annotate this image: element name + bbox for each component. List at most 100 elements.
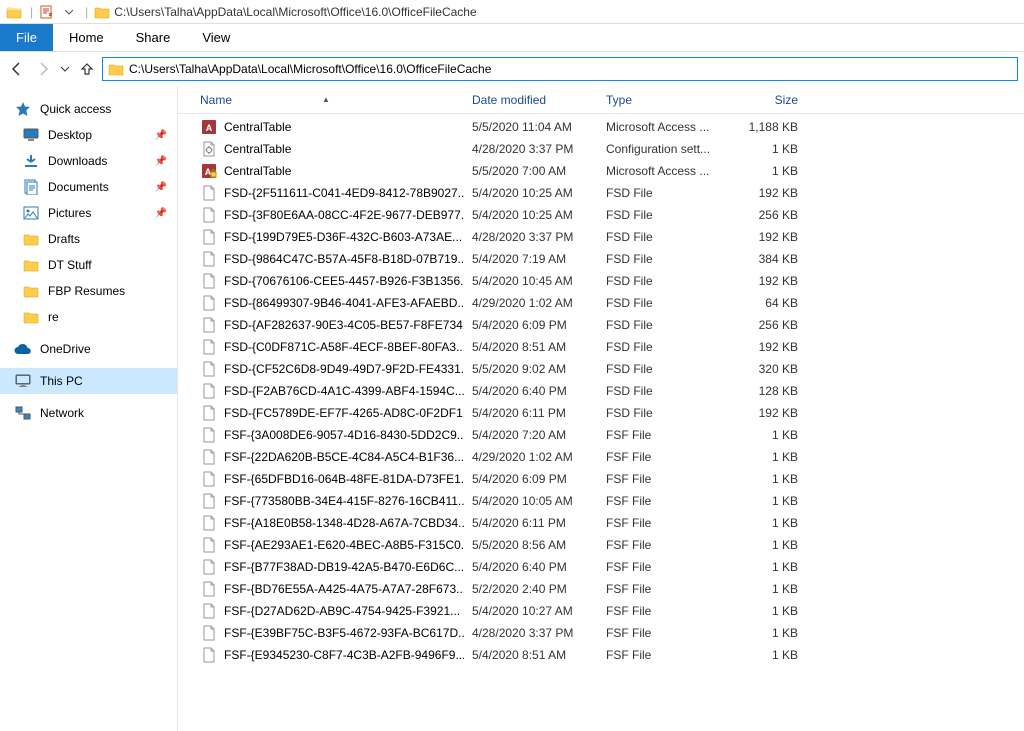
properties-icon[interactable] bbox=[37, 2, 57, 22]
file-row[interactable]: FSD-{199D79E5-D36F-432C-B603-A73AE...4/2… bbox=[178, 226, 1024, 248]
sidebar-item[interactable]: Documents📌 bbox=[0, 174, 177, 200]
file-name-cell: FSF-{65DFBD16-064B-48FE-81DA-D73FE1... bbox=[192, 470, 464, 488]
file-date-cell: 5/4/2020 6:11 PM bbox=[464, 516, 598, 530]
file-type-cell: FSD File bbox=[598, 318, 724, 332]
file-row[interactable]: FSD-{86499307-9B46-4041-AFE3-AFAEBD...4/… bbox=[178, 292, 1024, 314]
file-date-cell: 4/29/2020 1:02 AM bbox=[464, 296, 598, 310]
file-icon bbox=[200, 580, 218, 598]
file-date-cell: 4/28/2020 3:37 PM bbox=[464, 626, 598, 640]
file-row[interactable]: ACentralTable5/5/2020 11:04 AMMicrosoft … bbox=[178, 116, 1024, 138]
file-row[interactable]: FSD-{AF282637-90E3-4C05-BE57-F8FE734...5… bbox=[178, 314, 1024, 336]
recent-locations-dropdown[interactable] bbox=[58, 58, 72, 80]
file-icon bbox=[200, 338, 218, 356]
file-row[interactable]: FSF-{3A008DE6-9057-4D16-8430-5DD2C9...5/… bbox=[178, 424, 1024, 446]
forward-button[interactable] bbox=[32, 58, 54, 80]
file-row[interactable]: FSD-{3F80E6AA-08CC-4F2E-9677-DEB977...5/… bbox=[178, 204, 1024, 226]
file-name: FSF-{A18E0B58-1348-4D28-A67A-7CBD34... bbox=[224, 516, 464, 530]
sidebar-item[interactable]: Desktop📌 bbox=[0, 122, 177, 148]
file-date-cell: 5/4/2020 8:51 AM bbox=[464, 340, 598, 354]
file-size-cell: 192 KB bbox=[724, 186, 806, 200]
column-size[interactable]: Size bbox=[724, 93, 806, 107]
pin-icon: 📌 bbox=[155, 208, 167, 219]
file-name-cell: ACentralTable bbox=[192, 162, 464, 180]
sidebar-onedrive[interactable]: OneDrive bbox=[0, 336, 177, 362]
file-row[interactable]: FSF-{22DA620B-B5CE-4C84-A5C4-B1F36...4/2… bbox=[178, 446, 1024, 468]
window-title-path: C:\Users\Talha\AppData\Local\Microsoft\O… bbox=[114, 5, 476, 19]
file-icon bbox=[200, 470, 218, 488]
file-icon bbox=[200, 624, 218, 642]
file-row[interactable]: FSF-{AE293AE1-E620-4BEC-A8B5-F315C0...5/… bbox=[178, 534, 1024, 556]
column-type[interactable]: Type bbox=[598, 93, 724, 107]
file-row[interactable]: FSD-{FC5789DE-EF7F-4265-AD8C-0F2DF1...5/… bbox=[178, 402, 1024, 424]
file-date-cell: 5/4/2020 7:20 AM bbox=[464, 428, 598, 442]
tab-share[interactable]: Share bbox=[120, 24, 187, 51]
file-date-cell: 5/5/2020 8:56 AM bbox=[464, 538, 598, 552]
address-input[interactable] bbox=[129, 60, 1013, 78]
file-size-cell: 64 KB bbox=[724, 296, 806, 310]
file-row[interactable]: FSD-{CF52C6D8-9D49-49D7-9F2D-FE4331...5/… bbox=[178, 358, 1024, 380]
tab-home[interactable]: Home bbox=[53, 24, 120, 51]
file-name-cell: FSF-{A18E0B58-1348-4D28-A67A-7CBD34... bbox=[192, 514, 464, 532]
file-row[interactable]: CentralTable4/28/2020 3:37 PMConfigurati… bbox=[178, 138, 1024, 160]
file-icon bbox=[200, 140, 218, 158]
sidebar-item[interactable]: Drafts bbox=[0, 226, 177, 252]
file-row[interactable]: FSD-{9864C47C-B57A-45F8-B18D-07B719...5/… bbox=[178, 248, 1024, 270]
sidebar-item[interactable]: Pictures📌 bbox=[0, 200, 177, 226]
sidebar-quick-access[interactable]: Quick access bbox=[0, 96, 177, 122]
file-row[interactable]: FSF-{A18E0B58-1348-4D28-A67A-7CBD34...5/… bbox=[178, 512, 1024, 534]
file-date-cell: 5/4/2020 6:40 PM bbox=[464, 384, 598, 398]
file-row[interactable]: FSF-{773580BB-34E4-415F-8276-16CB411...5… bbox=[178, 490, 1024, 512]
file-size-cell: 1 KB bbox=[724, 164, 806, 178]
file-name: CentralTable bbox=[224, 142, 291, 156]
file-row[interactable]: FSF-{D27AD62D-AB9C-4754-9425-F3921...5/4… bbox=[178, 600, 1024, 622]
up-button[interactable] bbox=[76, 58, 98, 80]
file-type-cell: Microsoft Access ... bbox=[598, 120, 724, 134]
file-row[interactable]: FSD-{70676106-CEE5-4457-B926-F3B1356...5… bbox=[178, 270, 1024, 292]
tab-view[interactable]: View bbox=[186, 24, 246, 51]
file-row[interactable]: FSF-{BD76E55A-A425-4A75-A7A7-28F673...5/… bbox=[178, 578, 1024, 600]
sidebar-item-label: Drafts bbox=[48, 232, 80, 246]
file-type-cell: Configuration sett... bbox=[598, 142, 724, 156]
file-icon bbox=[200, 382, 218, 400]
sidebar-item[interactable]: DT Stuff bbox=[0, 252, 177, 278]
file-row[interactable]: FSF-{65DFBD16-064B-48FE-81DA-D73FE1...5/… bbox=[178, 468, 1024, 490]
documents-icon bbox=[22, 178, 40, 196]
file-type-cell: FSF File bbox=[598, 626, 724, 640]
sidebar-network[interactable]: Network bbox=[0, 400, 177, 426]
file-row[interactable]: FSD-{C0DF871C-A58F-4ECF-8BEF-80FA3...5/4… bbox=[178, 336, 1024, 358]
file-row[interactable]: FSF-{E39BF75C-B3F5-4672-93FA-BC617D...4/… bbox=[178, 622, 1024, 644]
file-name-cell: FSF-{BD76E55A-A425-4A75-A7A7-28F673... bbox=[192, 580, 464, 598]
sidebar-item[interactable]: re bbox=[0, 304, 177, 330]
file-icon bbox=[200, 426, 218, 444]
file-type-cell: FSD File bbox=[598, 340, 724, 354]
sidebar-this-pc[interactable]: This PC bbox=[0, 368, 177, 394]
sidebar-item-label: FBP Resumes bbox=[48, 284, 125, 298]
sidebar-item-label: DT Stuff bbox=[48, 258, 92, 272]
file-size-cell: 320 KB bbox=[724, 362, 806, 376]
column-name[interactable]: Name ▲ bbox=[192, 93, 464, 107]
svg-text:A: A bbox=[206, 123, 213, 133]
file-row[interactable]: FSD-{F2AB76CD-4A1C-4399-ABF4-1594C...5/4… bbox=[178, 380, 1024, 402]
file-icon bbox=[200, 184, 218, 202]
column-date[interactable]: Date modified bbox=[464, 93, 598, 107]
file-size-cell: 1 KB bbox=[724, 604, 806, 618]
sidebar-item-label: Desktop bbox=[48, 128, 92, 142]
ribbon-tabs: File Home Share View bbox=[0, 24, 1024, 52]
file-size-cell: 256 KB bbox=[724, 318, 806, 332]
back-button[interactable] bbox=[6, 58, 28, 80]
sidebar-item[interactable]: FBP Resumes bbox=[0, 278, 177, 304]
file-name: FSF-{D27AD62D-AB9C-4754-9425-F3921... bbox=[224, 604, 460, 618]
tab-file[interactable]: File bbox=[0, 24, 53, 51]
file-row[interactable]: FSF-{E9345230-C8F7-4C3B-A2FB-9496F9...5/… bbox=[178, 644, 1024, 666]
file-row[interactable]: ACentralTable5/5/2020 7:00 AMMicrosoft A… bbox=[178, 160, 1024, 182]
file-row[interactable]: FSF-{B77F38AD-DB19-42A5-B470-E6D6C...5/4… bbox=[178, 556, 1024, 578]
chevron-down-icon[interactable] bbox=[59, 2, 79, 22]
file-name: FSD-{70676106-CEE5-4457-B926-F3B1356... bbox=[224, 274, 464, 288]
file-name-cell: FSF-{D27AD62D-AB9C-4754-9425-F3921... bbox=[192, 602, 464, 620]
address-bar[interactable] bbox=[102, 57, 1018, 81]
sidebar-label: Quick access bbox=[40, 102, 111, 116]
file-date-cell: 5/5/2020 9:02 AM bbox=[464, 362, 598, 376]
file-date-cell: 5/4/2020 7:19 AM bbox=[464, 252, 598, 266]
sidebar-item[interactable]: Downloads📌 bbox=[0, 148, 177, 174]
file-row[interactable]: FSD-{2F511611-C041-4ED9-8412-78B9027...5… bbox=[178, 182, 1024, 204]
